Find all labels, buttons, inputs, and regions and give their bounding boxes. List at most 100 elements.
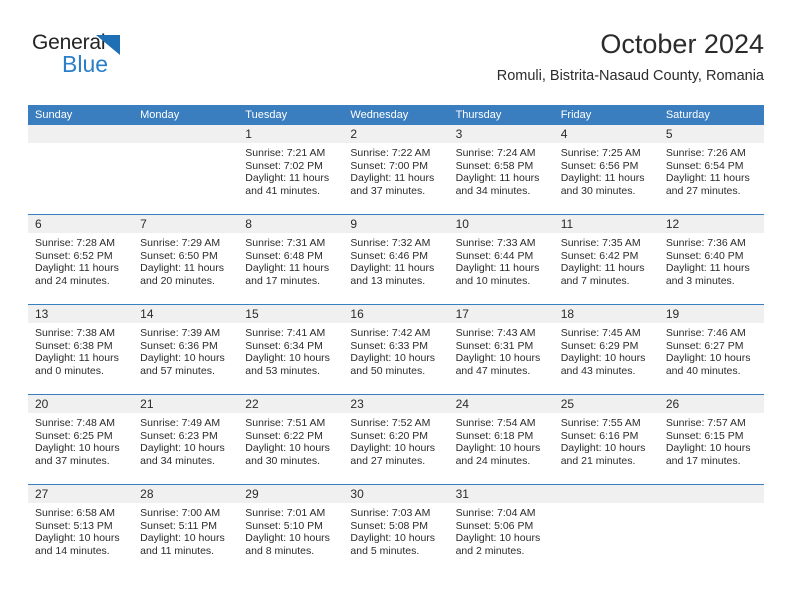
sunrise-text: Sunrise: 7:25 AM [560, 147, 641, 159]
day-cell[interactable]: 8 Sunrise: 7:31 AM Sunset: 6:48 PM Dayli… [238, 215, 344, 304]
daylight-text-line1: Daylight: 11 hours [140, 262, 224, 275]
day-cell[interactable] [28, 125, 134, 214]
daylight-text-line1: Daylight: 10 hours [665, 442, 751, 455]
day-cell[interactable]: 31 Sunrise: 7:04 AM Sunset: 5:06 PM Dayl… [448, 485, 554, 574]
day-cell[interactable] [133, 125, 239, 214]
day-details: Sunrise: 6:58 AM Sunset: 5:13 PM Dayligh… [28, 503, 133, 557]
day-cell[interactable]: 1 Sunrise: 7:21 AM Sunset: 7:02 PM Dayli… [238, 125, 344, 214]
day-cell[interactable]: 23 Sunrise: 7:52 AM Sunset: 6:20 PM Dayl… [343, 395, 449, 484]
day-cell[interactable]: 2 Sunrise: 7:22 AM Sunset: 7:00 PM Dayli… [343, 125, 449, 214]
daylight-text-line2: and 17 minutes. [665, 454, 741, 467]
day-number-band: 8 [238, 215, 344, 233]
day-cell[interactable]: 15 Sunrise: 7:41 AM Sunset: 6:34 PM Dayl… [238, 305, 344, 394]
sunset-text: Sunset: 6:27 PM [665, 339, 744, 352]
day-cell[interactable]: 24 Sunrise: 7:54 AM Sunset: 6:18 PM Dayl… [448, 395, 554, 484]
sunset-text: Sunset: 6:42 PM [560, 249, 639, 262]
day-details: Sunrise: 7:39 AM Sunset: 6:36 PM Dayligh… [133, 323, 238, 377]
day-number: 11 [560, 217, 574, 231]
daylight-text-line1: Daylight: 10 hours [665, 352, 751, 365]
day-number-band: 19 [658, 305, 764, 323]
daylight-text-line1: Daylight: 11 hours [35, 352, 119, 365]
day-number: 13 [35, 307, 49, 321]
day-cell[interactable]: 26 Sunrise: 7:57 AM Sunset: 6:15 PM Dayl… [658, 395, 764, 484]
daylight-text-line1: Daylight: 10 hours [560, 442, 646, 455]
day-cell[interactable]: 19 Sunrise: 7:46 AM Sunset: 6:27 PM Dayl… [658, 305, 764, 394]
day-number: 20 [35, 397, 49, 411]
day-cell[interactable] [658, 485, 764, 574]
day-cell[interactable] [553, 485, 659, 574]
calendar-grid: Sunday Monday Tuesday Wednesday Thursday… [28, 105, 764, 574]
daylight-text-line2: and 47 minutes. [455, 364, 531, 377]
day-cell[interactable]: 29 Sunrise: 7:01 AM Sunset: 5:10 PM Dayl… [238, 485, 344, 574]
sunset-text: Sunset: 6:16 PM [560, 429, 639, 442]
day-cell[interactable]: 9 Sunrise: 7:32 AM Sunset: 6:46 PM Dayli… [343, 215, 449, 304]
day-number: 26 [665, 397, 680, 411]
week-row: 1 Sunrise: 7:21 AM Sunset: 7:02 PM Dayli… [28, 125, 764, 214]
day-cell[interactable]: 3 Sunrise: 7:24 AM Sunset: 6:58 PM Dayli… [448, 125, 554, 214]
day-cell[interactable]: 27 Sunrise: 6:58 AM Sunset: 5:13 PM Dayl… [28, 485, 134, 574]
daylight-text-line1: Daylight: 11 hours [350, 262, 435, 275]
sunset-text: Sunset: 6:36 PM [140, 339, 218, 352]
weekday-header-wednesday: Wednesday [350, 109, 409, 121]
day-number: 30 [350, 487, 364, 501]
sunset-text: Sunset: 6:48 PM [245, 249, 323, 262]
daylight-text-line2: and 30 minutes. [560, 184, 636, 197]
day-cell[interactable]: 20 Sunrise: 7:48 AM Sunset: 6:25 PM Dayl… [28, 395, 134, 484]
day-cell[interactable]: 25 Sunrise: 7:55 AM Sunset: 6:16 PM Dayl… [553, 395, 659, 484]
day-number-band: 31 [448, 485, 554, 503]
day-cell[interactable]: 30 Sunrise: 7:03 AM Sunset: 5:08 PM Dayl… [343, 485, 449, 574]
sunset-text: Sunset: 6:22 PM [245, 429, 323, 442]
day-details [133, 143, 238, 147]
sunset-text: Sunset: 5:08 PM [350, 519, 429, 532]
sunset-text: Sunset: 5:06 PM [455, 519, 534, 532]
day-cell[interactable]: 18 Sunrise: 7:45 AM Sunset: 6:29 PM Dayl… [553, 305, 659, 394]
daylight-text-line1: Daylight: 11 hours [665, 172, 750, 185]
day-details: Sunrise: 7:25 AM Sunset: 6:56 PM Dayligh… [554, 143, 659, 197]
day-details: Sunrise: 7:32 AM Sunset: 6:46 PM Dayligh… [343, 233, 448, 287]
day-cell[interactable]: 7 Sunrise: 7:29 AM Sunset: 6:50 PM Dayli… [133, 215, 239, 304]
day-number-band: 7 [133, 215, 239, 233]
day-details: Sunrise: 7:43 AM Sunset: 6:31 PM Dayligh… [449, 323, 554, 377]
day-cell[interactable]: 13 Sunrise: 7:38 AM Sunset: 6:38 PM Dayl… [28, 305, 134, 394]
daylight-text-line1: Daylight: 11 hours [245, 262, 330, 275]
sunrise-text: Sunrise: 7:45 AM [560, 327, 641, 339]
general-blue-logo: General Blue [32, 32, 152, 88]
day-cell[interactable]: 28 Sunrise: 7:00 AM Sunset: 5:11 PM Dayl… [133, 485, 239, 574]
daylight-text-line1: Daylight: 11 hours [245, 172, 330, 185]
day-details: Sunrise: 7:04 AM Sunset: 5:06 PM Dayligh… [449, 503, 554, 557]
sunrise-text: Sunrise: 7:42 AM [350, 327, 431, 339]
day-number-band: 14 [133, 305, 239, 323]
day-number: 2 [350, 127, 358, 141]
day-number: 27 [35, 487, 49, 501]
day-cell[interactable]: 6 Sunrise: 7:28 AM Sunset: 6:52 PM Dayli… [28, 215, 134, 304]
day-details: Sunrise: 7:22 AM Sunset: 7:00 PM Dayligh… [343, 143, 448, 197]
sunrise-text: Sunrise: 7:39 AM [140, 327, 221, 339]
day-cell[interactable]: 16 Sunrise: 7:42 AM Sunset: 6:33 PM Dayl… [343, 305, 449, 394]
day-cell[interactable]: 5 Sunrise: 7:26 AM Sunset: 6:54 PM Dayli… [658, 125, 764, 214]
daylight-text-line1: Daylight: 10 hours [35, 442, 120, 455]
day-cell[interactable]: 17 Sunrise: 7:43 AM Sunset: 6:31 PM Dayl… [448, 305, 554, 394]
daylight-text-line1: Daylight: 10 hours [245, 442, 330, 455]
daylight-text-line2: and 7 minutes. [560, 274, 630, 287]
day-details [659, 503, 764, 507]
page-header: General Blue October 2024 Romuli, Bistri… [28, 28, 764, 98]
day-cell[interactable]: 4 Sunrise: 7:25 AM Sunset: 6:56 PM Dayli… [553, 125, 659, 214]
day-cell[interactable]: 21 Sunrise: 7:49 AM Sunset: 6:23 PM Dayl… [133, 395, 239, 484]
sunrise-text: Sunrise: 7:26 AM [665, 147, 746, 159]
sunset-text: Sunset: 6:46 PM [350, 249, 429, 262]
sunset-text: Sunset: 6:50 PM [140, 249, 218, 262]
daylight-text-line2: and 5 minutes. [350, 544, 420, 557]
daylight-text-line1: Daylight: 10 hours [140, 352, 225, 365]
day-number-band: 21 [133, 395, 239, 413]
day-cell[interactable]: 14 Sunrise: 7:39 AM Sunset: 6:36 PM Dayl… [133, 305, 239, 394]
sunrise-text: Sunrise: 7:55 AM [560, 417, 641, 429]
sunrise-text: Sunrise: 6:58 AM [35, 507, 115, 519]
day-number-band [658, 485, 764, 503]
day-number: 22 [245, 397, 259, 411]
day-cell[interactable]: 11 Sunrise: 7:35 AM Sunset: 6:42 PM Dayl… [553, 215, 659, 304]
day-cell[interactable]: 12 Sunrise: 7:36 AM Sunset: 6:40 PM Dayl… [658, 215, 764, 304]
day-cell[interactable]: 22 Sunrise: 7:51 AM Sunset: 6:22 PM Dayl… [238, 395, 344, 484]
day-number: 15 [245, 307, 259, 321]
day-cell[interactable]: 10 Sunrise: 7:33 AM Sunset: 6:44 PM Dayl… [448, 215, 554, 304]
sunrise-text: Sunrise: 7:49 AM [140, 417, 221, 429]
